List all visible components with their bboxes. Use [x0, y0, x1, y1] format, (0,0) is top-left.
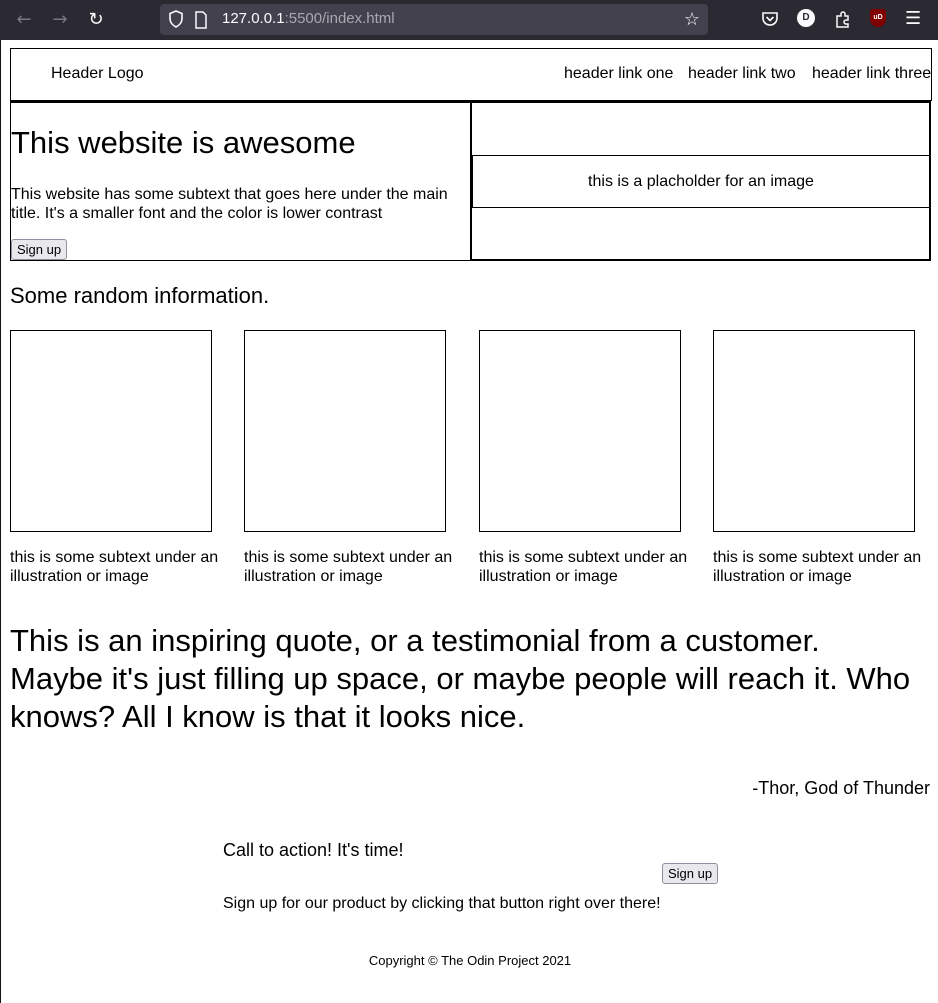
cta-title: Call to action! It's time!: [223, 840, 404, 860]
address-bar[interactable]: 127.0.0.1:5500/index.html ☆: [160, 4, 708, 35]
browser-toolbar: ← → ↻ 127.0.0.1:5500/index.html ☆ D uD ☰: [0, 0, 938, 40]
illustration-box: [713, 330, 915, 532]
url-text: 127.0.0.1:5500/index.html: [222, 10, 395, 27]
card-subtext: this is some subtext under an illustrati…: [244, 549, 453, 585]
hero-image-panel: this is a placholder for an image: [470, 101, 931, 261]
info-card: this is some subtext under an illustrati…: [713, 330, 938, 586]
footer-copyright: Copyright © The Odin Project 2021: [368, 953, 572, 968]
hero-signup-button[interactable]: Sign up: [11, 239, 68, 260]
card-subtext: this is some subtext under an illustrati…: [479, 549, 688, 585]
header-link-three[interactable]: header link three: [812, 65, 931, 83]
reload-icon[interactable]: ↻: [84, 8, 108, 32]
forward-icon[interactable]: →: [48, 8, 72, 32]
hero-subtext: This website has some subtext that goes …: [11, 186, 448, 222]
image-placeholder: this is a placholder for an image: [472, 155, 930, 208]
cta-signup-button[interactable]: Sign up: [662, 863, 719, 884]
hero-text-panel: This website is awesome This website has…: [10, 101, 471, 261]
account-avatar-icon[interactable]: D: [797, 9, 819, 31]
info-card: this is some subtext under an illustrati…: [244, 330, 469, 586]
testimonial-quote: This is an inspiring quote, or a testimo…: [10, 623, 911, 734]
header-link-two[interactable]: header link two: [688, 65, 796, 83]
extensions-puzzle-icon[interactable]: [833, 9, 855, 31]
illustration-box: [10, 330, 212, 532]
quote-author: -Thor, God of Thunder: [752, 778, 930, 798]
menu-hamburger-icon[interactable]: ☰: [905, 9, 927, 31]
info-card: this is some subtext under an illustrati…: [479, 330, 704, 586]
site-header: Header Logo header link one header link …: [10, 48, 932, 101]
card-subtext: this is some subtext under an illustrati…: [10, 549, 219, 585]
card-subtext: this is some subtext under an illustrati…: [713, 549, 922, 585]
shield-icon: [169, 10, 183, 28]
illustration-box: [479, 330, 681, 532]
header-link-one[interactable]: header link one: [564, 65, 673, 83]
header-logo[interactable]: Header Logo: [51, 65, 144, 83]
page-content: Header Logo header link one header link …: [0, 40, 938, 1003]
info-section-title: Some random information.: [10, 283, 270, 308]
cta-text: Sign up for our product by clicking that…: [223, 895, 661, 912]
pocket-icon[interactable]: [760, 9, 782, 31]
info-card: this is some subtext under an illustrati…: [10, 330, 235, 586]
ublock-icon[interactable]: uD: [870, 9, 892, 31]
hero-title: This website is awesome: [11, 125, 356, 160]
back-icon[interactable]: ←: [12, 8, 36, 32]
illustration-box: [244, 330, 446, 532]
bookmark-star-icon[interactable]: ☆: [684, 9, 700, 30]
page-icon: [195, 11, 207, 29]
